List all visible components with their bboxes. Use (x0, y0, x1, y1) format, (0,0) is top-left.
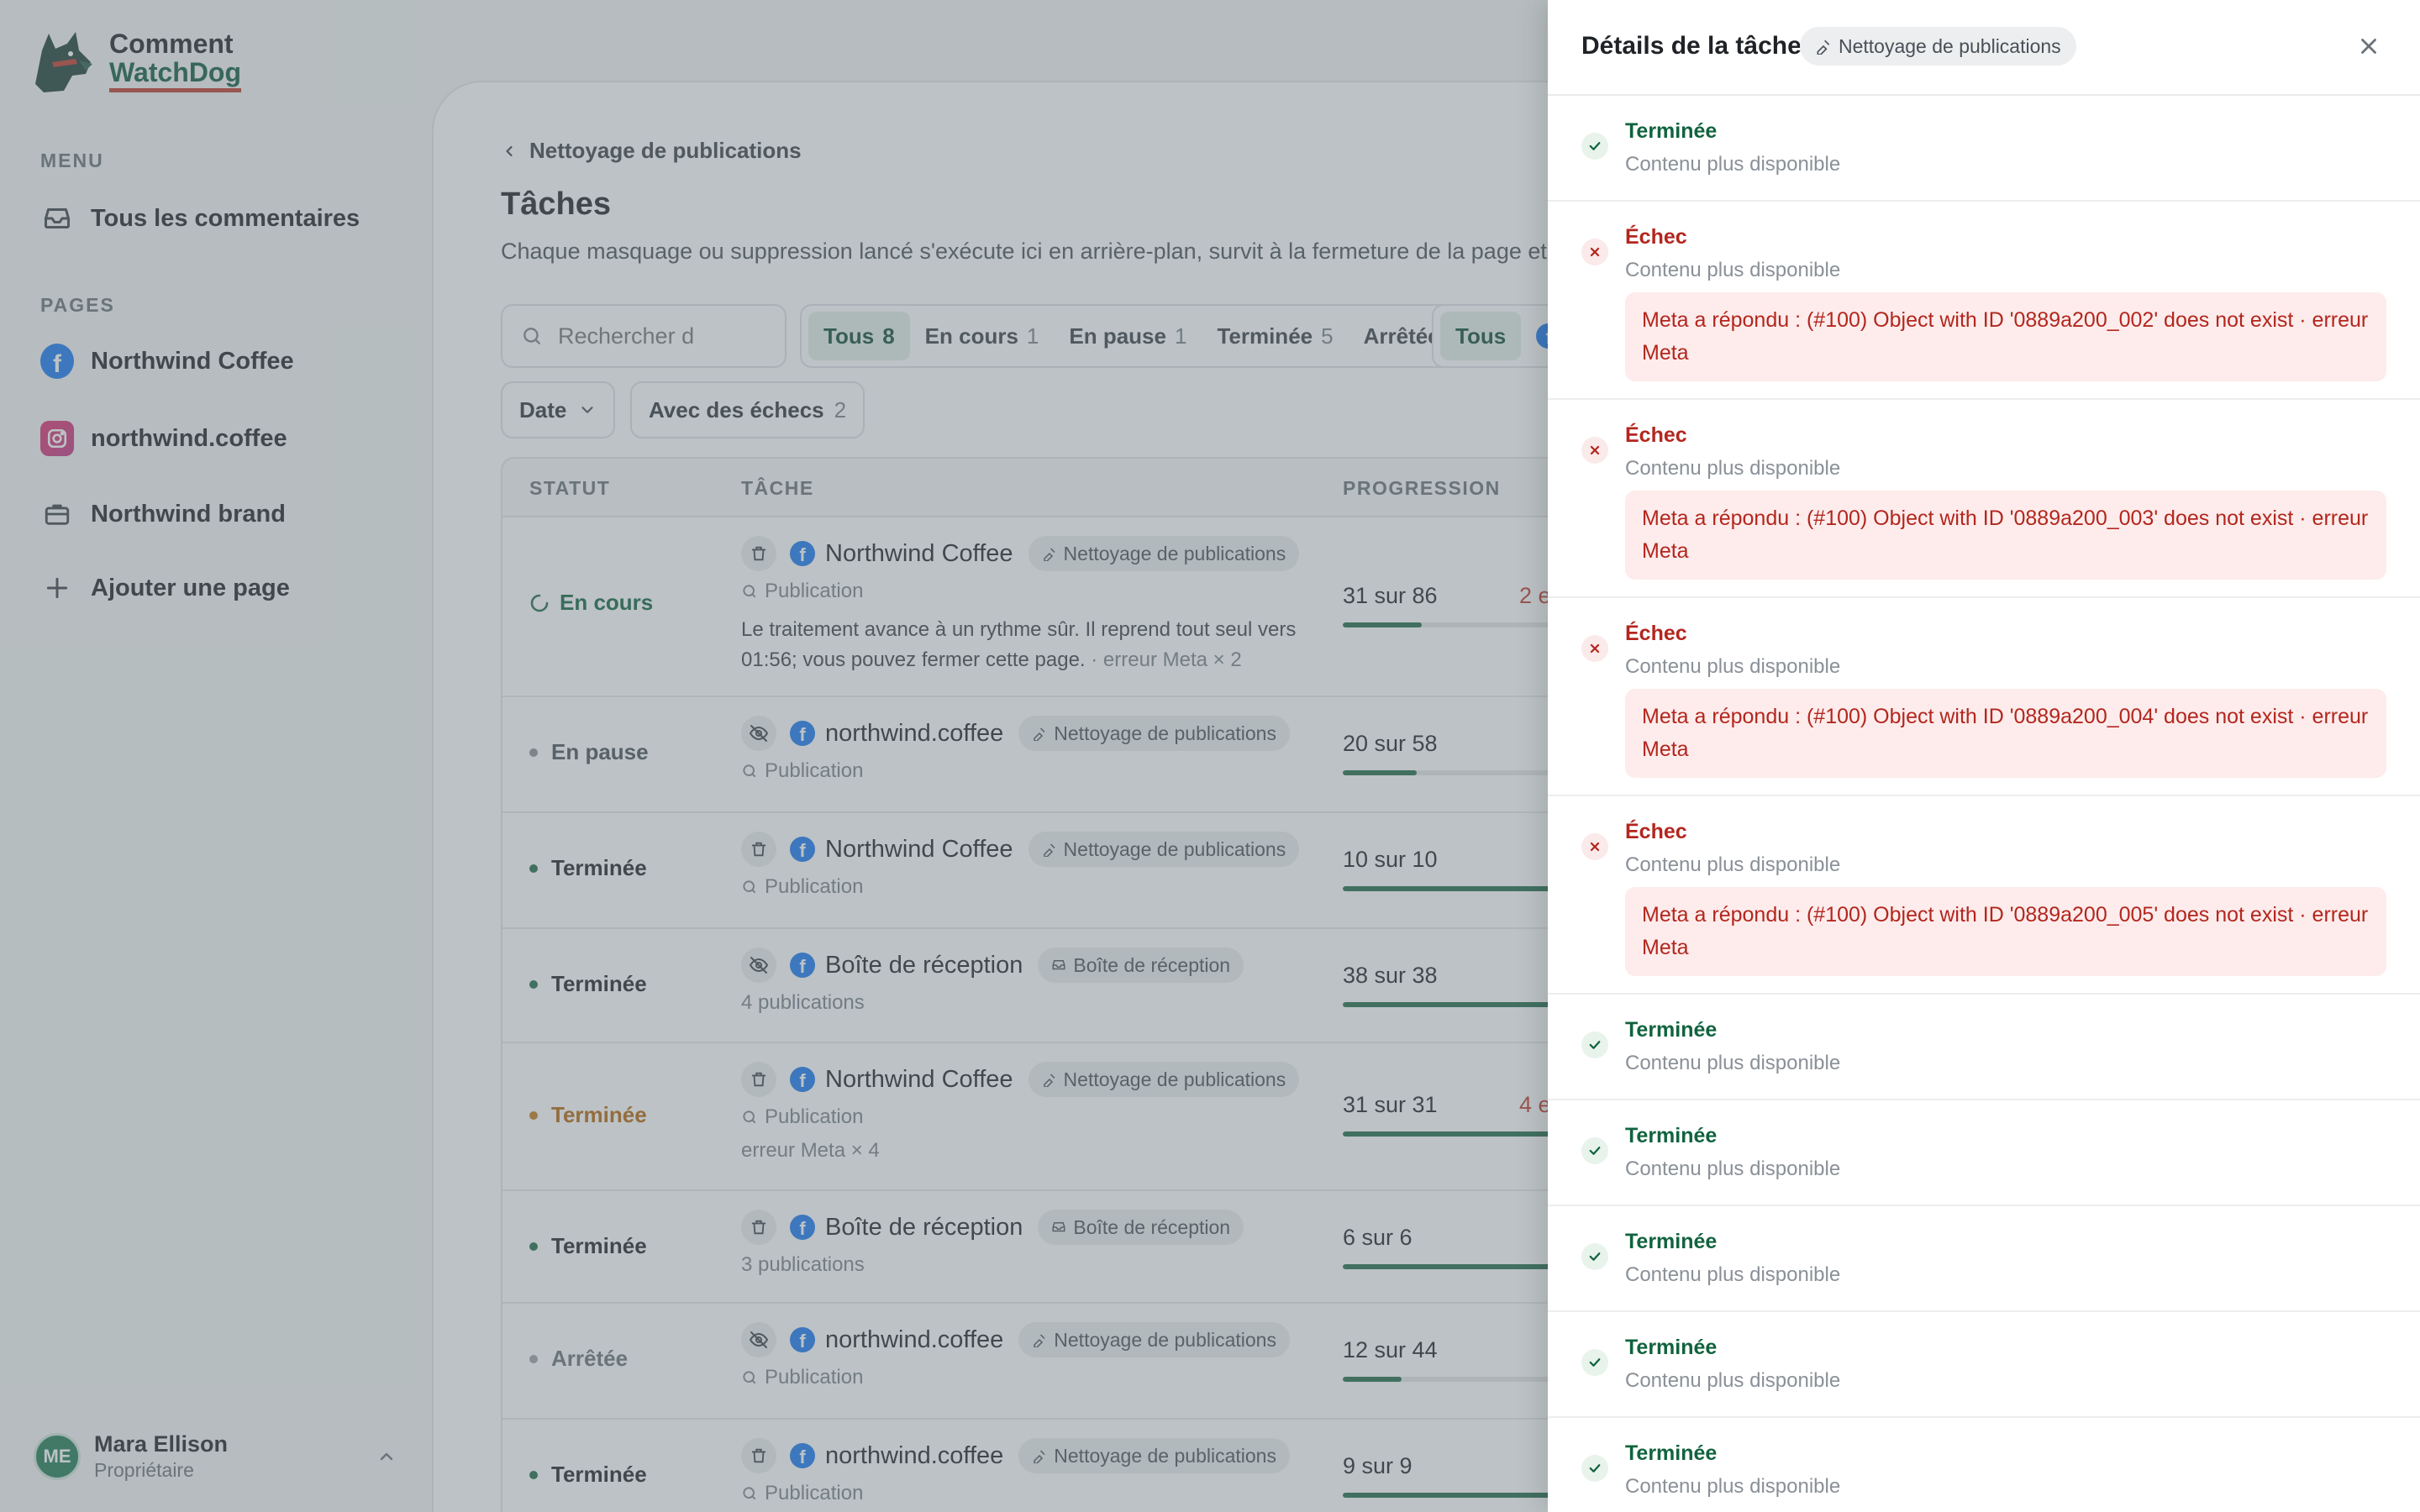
list-item: Échec Contenu plus disponible Meta a rép… (1548, 796, 2420, 995)
item-subtitle: Contenu plus disponible (1625, 655, 1841, 678)
drawer-task-type-pill: Nettoyage de publications (1800, 27, 2076, 66)
modal-backdrop[interactable] (0, 0, 1548, 1512)
item-status: Échec (1625, 622, 1687, 645)
x-icon (1581, 239, 1608, 265)
item-subtitle: Contenu plus disponible (1625, 259, 1841, 281)
pill-label: Nettoyage de publications (1839, 34, 2061, 57)
check-icon (1581, 1137, 1608, 1164)
check-icon (1581, 1032, 1608, 1058)
list-item: Terminée Contenu plus disponible (1548, 995, 2420, 1100)
check-icon (1581, 133, 1608, 160)
item-status: Terminée (1625, 1336, 1718, 1359)
x-icon (1581, 635, 1608, 662)
check-icon (1581, 1243, 1608, 1270)
drawer-header: Détails de la tâche Nettoyage de publica… (1548, 0, 2420, 96)
item-status: Échec (1625, 423, 1687, 447)
item-subtitle: Contenu plus disponible (1625, 1475, 1841, 1498)
check-icon (1581, 1455, 1608, 1482)
drawer-title: Détails de la tâche (1581, 32, 1802, 60)
list-item: Terminée Contenu plus disponible (1548, 1206, 2420, 1312)
check-icon (1581, 1349, 1608, 1376)
list-item: Échec Contenu plus disponible Meta a rép… (1548, 202, 2420, 400)
list-item: Échec Contenu plus disponible Meta a rép… (1548, 400, 2420, 598)
x-icon (1581, 833, 1608, 860)
item-error-message: Meta a répondu : (#100) Object with ID '… (1625, 491, 2386, 580)
item-status: Échec (1625, 225, 1687, 249)
item-status: Terminée (1625, 1124, 1718, 1147)
item-subtitle: Contenu plus disponible (1625, 457, 1841, 480)
item-error-message: Meta a répondu : (#100) Object with ID '… (1625, 292, 2386, 381)
item-subtitle: Contenu plus disponible (1625, 1158, 1841, 1180)
close-icon[interactable] (2356, 34, 2381, 59)
item-subtitle: Contenu plus disponible (1625, 1052, 1841, 1074)
x-icon (1581, 437, 1608, 464)
list-item: Terminée Contenu plus disponible (1548, 1100, 2420, 1206)
item-status: Terminée (1625, 1441, 1718, 1465)
item-subtitle: Contenu plus disponible (1625, 853, 1841, 876)
item-status: Échec (1625, 820, 1687, 843)
list-item: Terminée Contenu plus disponible (1548, 1312, 2420, 1418)
item-error-message: Meta a répondu : (#100) Object with ID '… (1625, 887, 2386, 976)
item-status: Terminée (1625, 1018, 1718, 1042)
item-status: Terminée (1625, 1230, 1718, 1253)
item-subtitle: Contenu plus disponible (1625, 1369, 1841, 1392)
item-status: Terminée (1625, 119, 1718, 143)
list-item: Échec Contenu plus disponible Meta a rép… (1548, 598, 2420, 796)
list-item: Terminée Contenu plus disponible (1548, 1418, 2420, 1512)
task-details-drawer: Détails de la tâche Nettoyage de publica… (1548, 0, 2420, 1512)
list-item: Terminée Contenu plus disponible (1548, 96, 2420, 202)
item-subtitle: Contenu plus disponible (1625, 153, 1841, 176)
broom-icon (1817, 39, 1830, 55)
item-error-message: Meta a répondu : (#100) Object with ID '… (1625, 689, 2386, 778)
app: Comment WatchDog MENU Tous les commentai… (0, 0, 2420, 1512)
item-subtitle: Contenu plus disponible (1625, 1263, 1841, 1286)
